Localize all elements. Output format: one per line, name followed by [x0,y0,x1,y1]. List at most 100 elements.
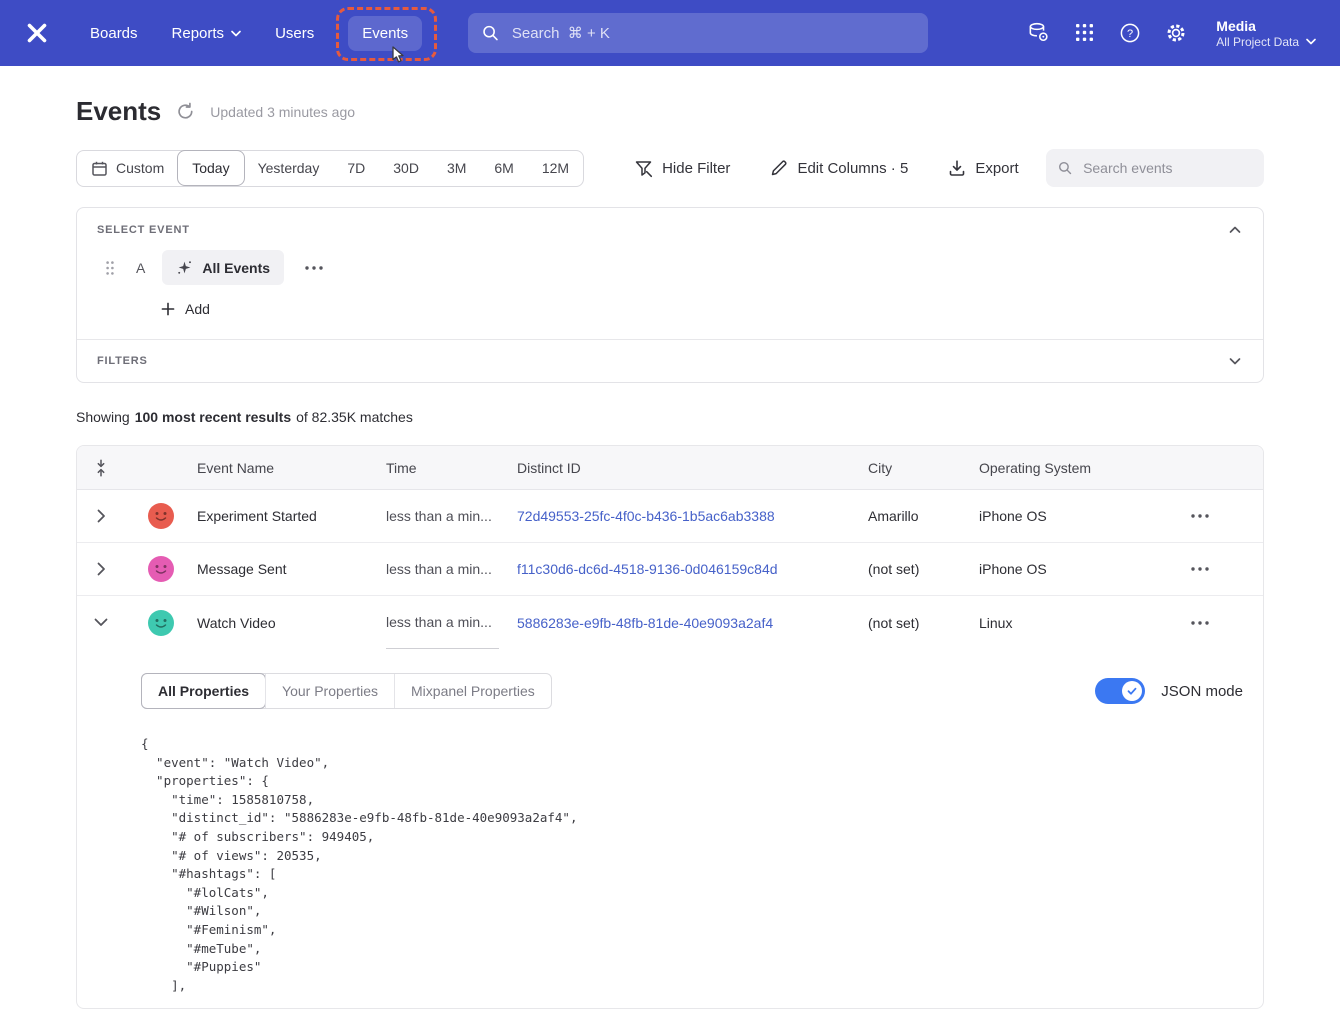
column-header-event-name[interactable]: Event Name [197,460,386,476]
hide-filter-label: Hide Filter [662,160,730,177]
navbar-right: ? Media All Project Data [1026,17,1316,50]
row-overflow-menu-button[interactable] [1187,617,1213,629]
tab-your-properties[interactable]: Your Properties [265,674,394,708]
expand-collapse-all-icon [94,459,108,477]
properties-tabs: All Properties Your Properties Mixpanel … [141,673,552,709]
time-cell: less than a min... [386,508,517,524]
date-12m-button[interactable]: 12M [528,151,583,185]
select-event-label: SELECT EVENT [97,224,190,236]
filters-label: FILTERS [97,355,148,367]
pencil-icon [770,159,788,177]
main-nav: Boards Reports Users Events [90,16,422,51]
row-collapse-button[interactable] [77,596,125,649]
export-label: Export [975,160,1018,177]
date-6m-button[interactable]: 6M [480,151,527,185]
row-overflow-menu-button[interactable] [1187,510,1213,522]
emoji-face-icon [148,556,174,582]
distinct-id-link[interactable]: 72d49553-25fc-4f0c-b436-1b5ac6ab3388 [517,508,775,524]
collapse-section-button[interactable] [1227,224,1243,236]
ellipsis-icon [305,266,323,270]
search-icon [482,24,499,42]
ellipsis-icon [1191,567,1209,571]
event-name-cell: Watch Video [197,615,386,631]
edit-columns-label: Edit Columns · 5 [797,160,908,177]
event-name-cell: Experiment Started [197,508,386,524]
event-json-code: { "event": "Watch Video", "properties": … [141,735,1243,995]
distinct-id-link[interactable]: f11c30d6-dc6d-4518-9136-0d046159c84d [517,561,778,577]
expand-all-button[interactable] [77,459,125,477]
event-step-row: A All Events [105,250,1243,285]
ellipsis-icon [1191,621,1209,625]
toggle-knob [1122,681,1142,701]
page-title: Events [76,96,161,127]
column-header-distinct-id[interactable]: Distinct ID [517,460,868,476]
date-range-group: Custom Today Yesterday 7D 30D 3M 6M 12M [76,150,584,187]
event-avatar [148,503,174,529]
column-header-os[interactable]: Operating System [979,460,1161,476]
project-switcher[interactable]: Media All Project Data [1216,17,1316,50]
date-3m-button[interactable]: 3M [433,151,480,185]
global-search-input[interactable] [510,24,914,43]
step-letter: A [136,260,145,276]
filter-funnel-icon [634,159,653,178]
event-name-cell: Message Sent [197,561,386,577]
settings-gear-icon[interactable] [1164,21,1188,45]
row-expand-button[interactable] [77,490,125,542]
data-management-icon[interactable] [1026,21,1050,45]
time-cell: less than a min... [386,614,492,630]
table-row: Watch Video less than a min... 5886283e-… [77,596,1263,649]
distinct-id-link[interactable]: 5886283e-e9fb-48fb-81de-40e9093a2af4 [517,615,773,631]
apps-grid-icon[interactable] [1072,21,1096,45]
nav-events[interactable]: Events [348,16,422,51]
emoji-face-icon [148,610,174,636]
add-event-button[interactable]: Add [161,301,210,317]
os-cell: iPhone OS [979,508,1161,524]
column-header-time[interactable]: Time [386,460,517,476]
chevron-right-icon [97,509,106,523]
row-overflow-menu-button[interactable] [1187,563,1213,575]
json-mode-toggle[interactable] [1095,678,1145,704]
events-table: Event Name Time Distinct ID City Operati… [76,445,1264,1009]
date-today-button[interactable]: Today [177,150,244,186]
city-cell: Amarillo [868,508,979,524]
global-search[interactable] [468,13,928,53]
search-events-box[interactable] [1046,149,1264,187]
row-expand-button[interactable] [77,543,125,595]
json-mode-label: JSON mode [1161,683,1243,700]
chevron-up-icon [1229,226,1241,234]
results-prefix: Showing [76,409,130,425]
date-custom-button[interactable]: Custom [77,151,178,186]
table-row: Message Sent less than a min... f11c30d6… [77,543,1263,596]
project-name: Media [1216,17,1299,36]
updated-status: Updated 3 minutes ago [210,104,355,120]
date-7d-button[interactable]: 7D [333,151,379,185]
date-yesterday-button[interactable]: Yesterday [244,151,334,185]
refresh-button[interactable] [176,102,195,121]
nav-users[interactable]: Users [275,25,314,42]
os-cell: iPhone OS [979,561,1161,577]
event-selector-chip[interactable]: All Events [162,250,284,285]
city-cell: (not set) [868,561,979,577]
help-icon[interactable]: ? [1118,21,1142,45]
hide-filter-button[interactable]: Hide Filter [634,159,730,178]
search-events-input[interactable] [1081,159,1252,177]
table-header-row: Event Name Time Distinct ID City Operati… [77,446,1263,490]
expand-filters-button[interactable] [1227,355,1243,367]
export-button[interactable]: Export [948,159,1018,177]
nav-boards[interactable]: Boards [90,25,138,42]
results-count: 100 most recent results [135,409,291,425]
results-suffix: of 82.35K matches [296,409,413,425]
table-row: Experiment Started less than a min... 72… [77,490,1263,543]
nav-reports[interactable]: Reports [172,25,242,42]
refresh-icon [176,102,195,121]
date-custom-label: Custom [116,160,164,176]
svg-text:?: ? [1127,28,1133,40]
drag-handle-icon[interactable] [105,260,115,276]
date-30d-button[interactable]: 30D [379,151,433,185]
column-header-city[interactable]: City [868,460,979,476]
tab-all-properties[interactable]: All Properties [141,673,266,709]
edit-columns-button[interactable]: Edit Columns · 5 [770,159,908,177]
event-overflow-menu-button[interactable] [301,262,327,274]
mixpanel-logo[interactable] [24,20,50,46]
tab-mixpanel-properties[interactable]: Mixpanel Properties [394,674,551,708]
